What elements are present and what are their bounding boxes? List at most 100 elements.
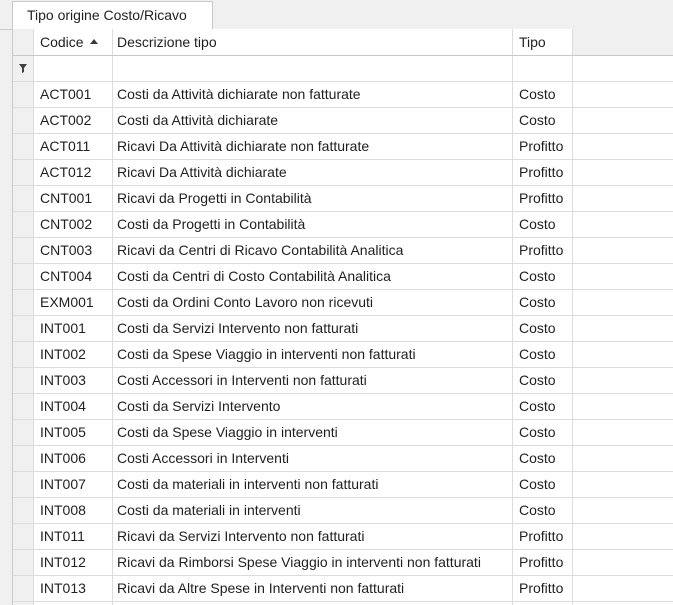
- cell-tipo[interactable]: Costo: [513, 212, 573, 237]
- row-selector[interactable]: [13, 316, 34, 341]
- table-row[interactable]: INT005 Costi da Spese Viaggio in interven…: [13, 420, 673, 446]
- cell-tipo[interactable]: Costo: [513, 498, 573, 523]
- cell-codice[interactable]: CNT001: [34, 186, 113, 211]
- table-row[interactable]: INT007 Costi da materiali in interventi n…: [13, 472, 673, 498]
- column-header-codice[interactable]: Codice: [34, 29, 113, 55]
- table-row[interactable]: INT004 Costi da Servizi Intervento Costo: [13, 394, 673, 420]
- cell-codice[interactable]: INT004: [34, 394, 113, 419]
- table-row[interactable]: INT003 Costi Accessori in Interventi non …: [13, 368, 673, 394]
- cell-codice[interactable]: ACT002: [34, 108, 113, 133]
- cell-descrizione[interactable]: Ricavi da Centri di Ricavo Contabilità A…: [113, 238, 513, 263]
- row-selector[interactable]: [13, 290, 34, 315]
- row-selector[interactable]: [13, 498, 34, 523]
- cell-codice[interactable]: CNT004: [34, 264, 113, 289]
- cell-codice[interactable]: ACT012: [34, 160, 113, 185]
- cell-codice[interactable]: INT007: [34, 472, 113, 497]
- cell-descrizione[interactable]: Costi da Spese Viaggio in interventi: [113, 420, 513, 445]
- row-selector[interactable]: [13, 342, 34, 367]
- cell-tipo[interactable]: Costo: [513, 290, 573, 315]
- cell-tipo[interactable]: Profitto: [513, 524, 573, 549]
- row-selector[interactable]: [13, 472, 34, 497]
- row-selector[interactable]: [13, 238, 34, 263]
- row-selector[interactable]: [13, 550, 34, 575]
- cell-descrizione[interactable]: Ricavi Da Attività dichiarate: [113, 160, 513, 185]
- table-row[interactable]: INT008 Costi da materiali in interventi Co…: [13, 498, 673, 524]
- cell-descrizione[interactable]: Costi da Progetti in Contabilità: [113, 212, 513, 237]
- row-selector[interactable]: [13, 368, 34, 393]
- filter-cell-codice[interactable]: [34, 56, 113, 81]
- cell-tipo[interactable]: Profitto: [513, 134, 573, 159]
- cell-tipo[interactable]: Profitto: [513, 576, 573, 601]
- cell-codice[interactable]: INT006: [34, 446, 113, 471]
- row-selector[interactable]: [13, 212, 34, 237]
- cell-codice[interactable]: CNT003: [34, 238, 113, 263]
- cell-tipo[interactable]: Costo: [513, 264, 573, 289]
- row-selector[interactable]: [13, 134, 34, 159]
- cell-tipo[interactable]: Costo: [513, 342, 573, 367]
- cell-descrizione[interactable]: Ricavi da Servizi Intervento non fattura…: [113, 524, 513, 549]
- cell-codice[interactable]: INT005: [34, 420, 113, 445]
- table-row[interactable]: CNT002 Costi da Progetti in Contabilità Co…: [13, 212, 673, 238]
- filter-cell-descrizione[interactable]: [113, 56, 513, 81]
- cell-codice[interactable]: INT003: [34, 368, 113, 393]
- cell-descrizione[interactable]: Costi Accessori in Interventi non fattur…: [113, 368, 513, 393]
- table-row[interactable]: INT013 Ricavi da Altre Spese in Intervent…: [13, 576, 673, 602]
- cell-descrizione[interactable]: Costi da Servizi Intervento: [113, 394, 513, 419]
- cell-descrizione[interactable]: Costi da materiali in interventi non fat…: [113, 472, 513, 497]
- tab-tipo-origine[interactable]: Tipo origine Costo/Ricavo: [12, 1, 213, 29]
- cell-tipo[interactable]: Costo: [513, 472, 573, 497]
- cell-tipo[interactable]: Costo: [513, 420, 573, 445]
- cell-codice[interactable]: INT001: [34, 316, 113, 341]
- cell-tipo[interactable]: Costo: [513, 394, 573, 419]
- row-selector[interactable]: [13, 82, 34, 107]
- cell-descrizione[interactable]: Ricavi da Progetti in Contabilità: [113, 186, 513, 211]
- column-header-tipo[interactable]: Tipo: [513, 29, 573, 55]
- cell-descrizione[interactable]: Costi da Spese Viaggio in interventi non…: [113, 342, 513, 367]
- cell-tipo[interactable]: Costo: [513, 108, 573, 133]
- table-row[interactable]: ACT001 Costi da Attività dichiarate non f…: [13, 82, 673, 108]
- data-grid[interactable]: Codice Descrizione tipo Tipo ACT001 Costi…: [12, 29, 673, 605]
- cell-codice[interactable]: ACT001: [34, 82, 113, 107]
- filter-input-codice[interactable]: [34, 56, 112, 81]
- cell-descrizione[interactable]: Ricavi Da Attività dichiarate non fattur…: [113, 134, 513, 159]
- table-row[interactable]: INT012 Ricavi da Rimborsi Spese Viaggio i…: [13, 550, 673, 576]
- cell-descrizione[interactable]: Costi da Attività dichiarate: [113, 108, 513, 133]
- row-selector[interactable]: [13, 446, 34, 471]
- cell-tipo[interactable]: Profitto: [513, 550, 573, 575]
- cell-tipo[interactable]: Profitto: [513, 186, 573, 211]
- cell-descrizione[interactable]: Costi da materiali in interventi: [113, 498, 513, 523]
- cell-codice[interactable]: ACT011: [34, 134, 113, 159]
- cell-descrizione[interactable]: Costi da Centri di Costo Contabilità Ana…: [113, 264, 513, 289]
- table-row[interactable]: CNT001 Ricavi da Progetti in Contabilità P…: [13, 186, 673, 212]
- cell-tipo[interactable]: Costo: [513, 82, 573, 107]
- row-selector[interactable]: [13, 186, 34, 211]
- table-row[interactable]: ACT012 Ricavi Da Attività dichiarate Profi…: [13, 160, 673, 186]
- table-row[interactable]: CNT004 Costi da Centri di Costo Contabili…: [13, 264, 673, 290]
- table-row[interactable]: EXM001 Costi da Ordini Conto Lavoro non r…: [13, 290, 673, 316]
- cell-codice[interactable]: INT013: [34, 576, 113, 601]
- cell-descrizione[interactable]: Costi da Attività dichiarate non fattura…: [113, 82, 513, 107]
- cell-tipo[interactable]: Profitto: [513, 160, 573, 185]
- filter-input-descrizione[interactable]: [113, 56, 512, 81]
- cell-descrizione[interactable]: Costi da Ordini Conto Lavoro non ricevut…: [113, 290, 513, 315]
- cell-descrizione[interactable]: Costi da Servizi Intervento non fatturat…: [113, 316, 513, 341]
- table-row[interactable]: ACT011 Ricavi Da Attività dichiarate non …: [13, 134, 673, 160]
- cell-codice[interactable]: INT012: [34, 550, 113, 575]
- cell-tipo[interactable]: Costo: [513, 446, 573, 471]
- cell-descrizione[interactable]: Costi Accessori in Interventi: [113, 446, 513, 471]
- table-row[interactable]: ACT002 Costi da Attività dichiarate Costo: [13, 108, 673, 134]
- table-row[interactable]: INT011 Ricavi da Servizi Intervento non f…: [13, 524, 673, 550]
- cell-descrizione[interactable]: Ricavi da Altre Spese in Interventi non …: [113, 576, 513, 601]
- filter-cell-tipo[interactable]: [513, 56, 573, 81]
- row-selector[interactable]: [13, 264, 34, 289]
- column-header-descrizione[interactable]: Descrizione tipo: [113, 29, 513, 55]
- cell-tipo[interactable]: Profitto: [513, 238, 573, 263]
- row-selector[interactable]: [13, 420, 34, 445]
- table-row[interactable]: INT001 Costi da Servizi Intervento non fa…: [13, 316, 673, 342]
- cell-tipo[interactable]: Costo: [513, 368, 573, 393]
- row-selector[interactable]: [13, 524, 34, 549]
- row-selector[interactable]: [13, 394, 34, 419]
- cell-codice[interactable]: EXM001: [34, 290, 113, 315]
- filter-input-tipo[interactable]: [513, 56, 572, 81]
- row-selector[interactable]: [13, 576, 34, 601]
